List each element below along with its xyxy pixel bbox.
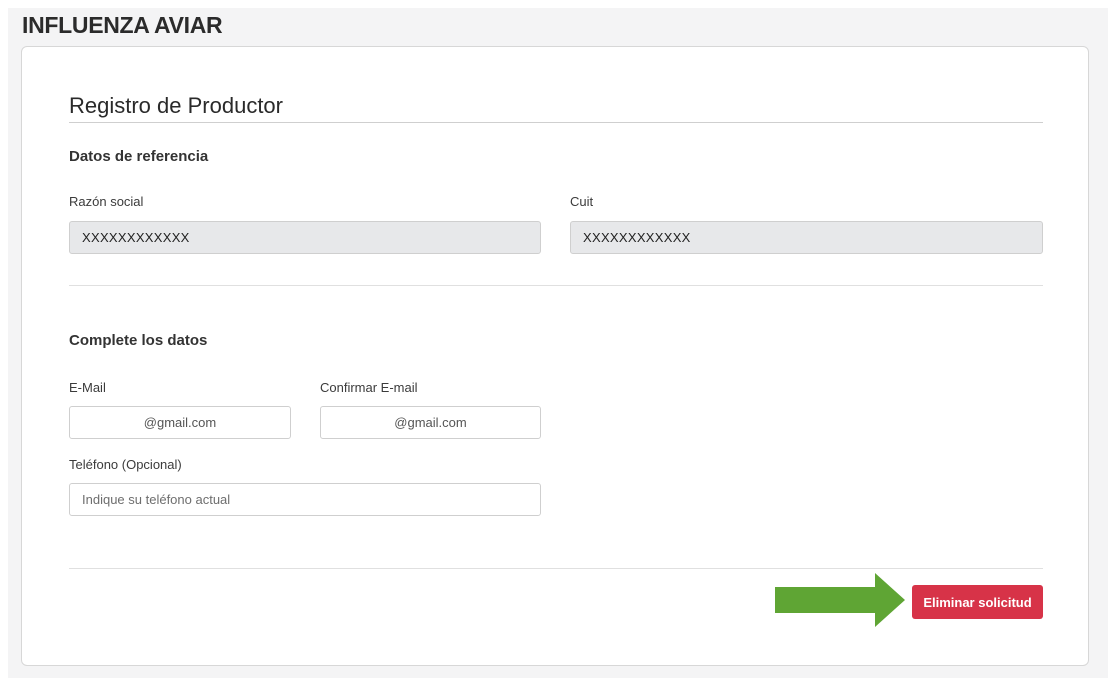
cuit-field[interactable]: XXXXXXXXXXXX bbox=[570, 221, 1043, 254]
app-title: INFLUENZA AVIAR bbox=[22, 12, 223, 38]
email-field[interactable]: @gmail.com bbox=[69, 406, 291, 439]
delete-request-button[interactable]: Eliminar solicitud bbox=[912, 585, 1043, 619]
reference-section-title: Datos de referencia bbox=[69, 148, 209, 165]
confirm-email-field[interactable]: @gmail.com bbox=[320, 406, 541, 439]
actions-divider bbox=[69, 568, 1043, 569]
confirm-email-label: Confirmar E-mail bbox=[320, 380, 418, 395]
email-label: E-Mail bbox=[69, 380, 106, 395]
title-divider bbox=[69, 122, 1043, 123]
complete-section-title: Complete los datos bbox=[69, 332, 208, 349]
razon-social-label: Razón social bbox=[69, 194, 144, 209]
phone-field[interactable]: Indique su teléfono actual bbox=[69, 483, 541, 516]
phone-label: Teléfono (Opcional) bbox=[69, 457, 182, 472]
section-divider bbox=[69, 285, 1043, 286]
page-background: INFLUENZA AVIAR Registro de Productor Da… bbox=[8, 8, 1108, 678]
cuit-label: Cuit bbox=[570, 194, 594, 209]
form-title: Registro de Productor bbox=[69, 93, 283, 118]
razon-social-field[interactable]: XXXXXXXXXXXX bbox=[69, 221, 541, 254]
arrow-right-icon bbox=[775, 573, 905, 627]
form-card: Registro de Productor Datos de referenci… bbox=[21, 46, 1089, 666]
